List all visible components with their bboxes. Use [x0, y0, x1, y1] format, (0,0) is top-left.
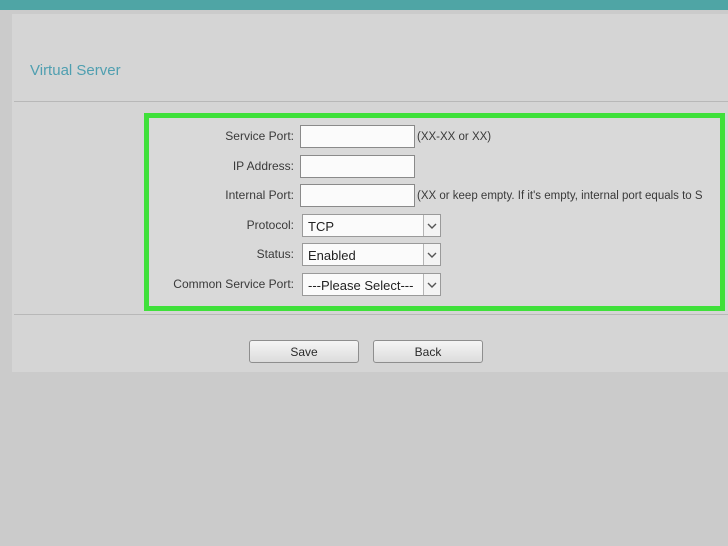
internal-port-input[interactable] — [300, 184, 415, 207]
chevron-down-icon[interactable] — [423, 244, 440, 265]
page-title: Virtual Server — [30, 62, 121, 79]
divider — [14, 101, 728, 102]
ip-address-label: IP Address: — [232, 159, 294, 173]
service-port-hint: (XX-XX or XX) — [417, 131, 492, 143]
common-service-port-selected-value: ---Please Select--- — [308, 278, 414, 293]
chevron-down-icon[interactable] — [423, 215, 440, 236]
status-label: Status: — [256, 247, 294, 261]
service-port-label: Service Port: — [225, 129, 294, 143]
top-bar — [0, 0, 728, 10]
internal-port-hint: (XX or keep empty. If it's empty, intern… — [417, 190, 703, 202]
ip-address-row: IP Address: — [149, 155, 720, 179]
common-service-port-select[interactable]: ---Please Select--- — [302, 273, 441, 296]
save-button[interactable]: Save — [249, 340, 359, 363]
status-row: Status: Enabled — [149, 243, 720, 267]
protocol-selected-value: TCP — [308, 219, 334, 234]
form-highlight-box: Service Port: (XX-XX or XX) IP Address: … — [144, 113, 725, 311]
internal-port-label: Internal Port: — [225, 188, 294, 202]
back-button[interactable]: Back — [373, 340, 483, 363]
common-service-port-row: Common Service Port: ---Please Select--- — [149, 273, 720, 297]
ip-address-input[interactable] — [300, 155, 415, 178]
chevron-down-icon[interactable] — [423, 274, 440, 295]
protocol-label: Protocol: — [246, 218, 294, 232]
internal-port-row: Internal Port: (XX or keep empty. If it'… — [149, 184, 720, 208]
service-port-row: Service Port: (XX-XX or XX) — [149, 125, 720, 149]
service-port-input[interactable] — [300, 125, 415, 148]
divider — [14, 314, 728, 315]
status-select[interactable]: Enabled — [302, 243, 441, 266]
protocol-row: Protocol: TCP — [149, 214, 720, 238]
status-selected-value: Enabled — [308, 248, 356, 263]
common-service-port-label: Common Service Port: — [173, 277, 294, 291]
protocol-select[interactable]: TCP — [302, 214, 441, 237]
